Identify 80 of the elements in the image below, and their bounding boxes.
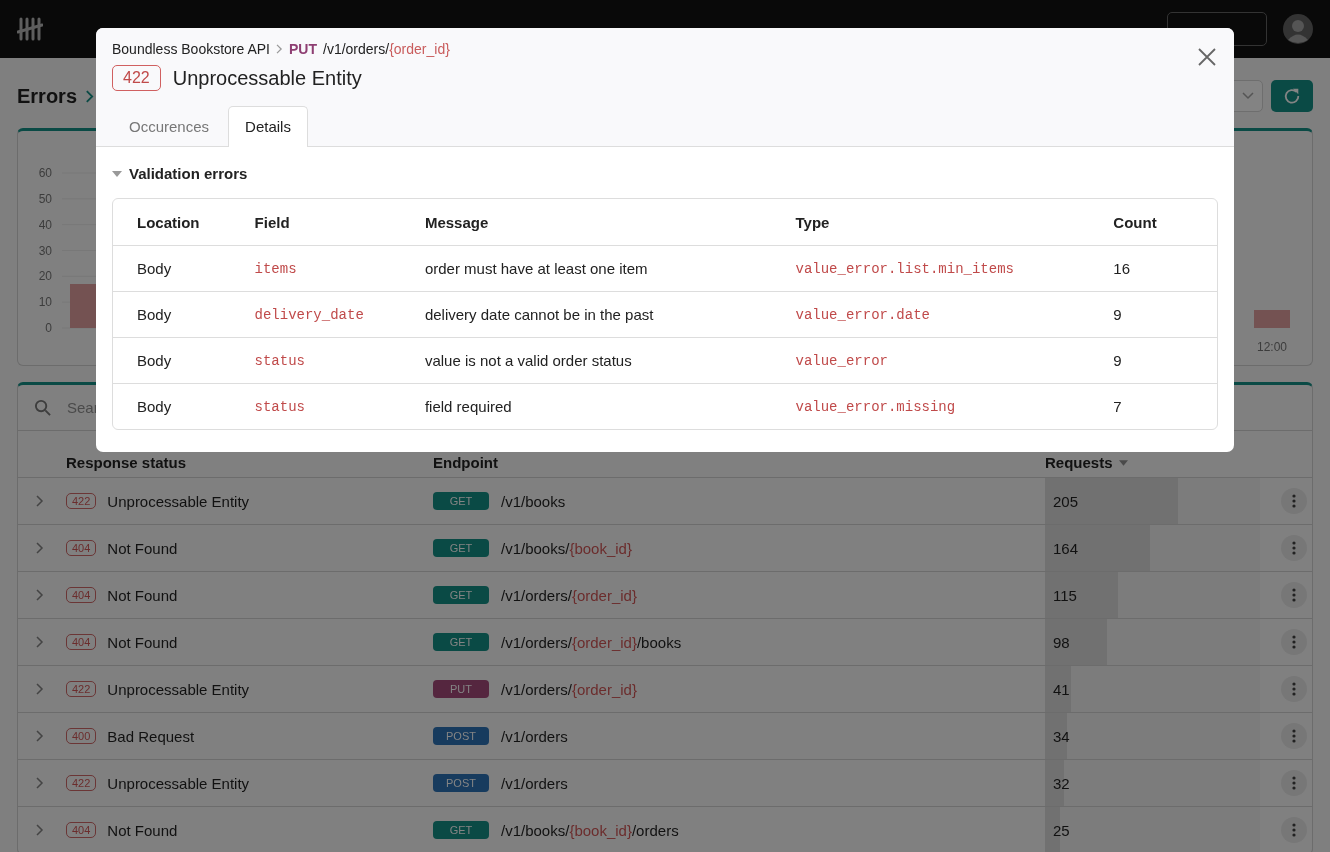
table-cell-text: items: [254, 260, 298, 277]
table-cell-text: 7: [1113, 398, 1123, 415]
status-text: Unprocessable Entity: [107, 680, 250, 698]
endpoint-path: /v1/orders/{order_id}: [501, 680, 637, 698]
method-badge: POST: [433, 774, 489, 792]
requests-count: 32: [1052, 774, 1070, 792]
table-cell-text: 16: [1113, 260, 1131, 277]
status-text: Unprocessable Entity: [107, 492, 250, 510]
requests-count: 205: [1052, 492, 1079, 510]
axis-label: 20: [38, 269, 52, 284]
http-method: PUT: [289, 41, 317, 57]
endpoint-path: /v1/orders/{order_id}: [323, 41, 450, 57]
axis-label: 40: [38, 217, 52, 232]
axis-label: 0: [45, 321, 52, 335]
method-badge: GET: [433, 633, 489, 651]
endpoint-path: /v1/orders/{order_id}: [501, 586, 637, 604]
status-text: Not Found: [107, 821, 178, 839]
status-code-badge: 422: [66, 681, 97, 697]
dialog-title: Unprocessable Entity: [172, 66, 362, 90]
axis-label: 60: [38, 166, 52, 180]
table-cell-text: Body: [137, 352, 173, 369]
table-cell-text: 9: [1113, 352, 1123, 369]
table-cell-text: 9: [1113, 306, 1123, 323]
table-cell-text: delivery date cannot be in the past: [424, 306, 655, 323]
status-code-badge: 422: [66, 775, 97, 791]
endpoint-path: /v1/books/{book_id}: [501, 539, 632, 557]
column-header: Count: [1113, 213, 1158, 231]
endpoint-path: /v1/orders: [501, 774, 568, 792]
status-code-badge: 422: [66, 493, 97, 509]
method-badge: GET: [433, 539, 489, 557]
axis-label: 12:00: [1257, 340, 1287, 354]
column-header: Message: [424, 213, 490, 231]
table-cell-text: value is not a valid order status: [424, 352, 633, 369]
method-badge: PUT: [433, 680, 489, 698]
requests-count: 25: [1052, 821, 1070, 839]
column-header: Location: [137, 213, 201, 231]
status-text: Not Found: [107, 633, 178, 651]
status-text: Not Found: [107, 539, 178, 557]
column-header: Endpoint: [433, 454, 499, 471]
status-text: Bad Request: [107, 727, 195, 745]
method-badge: GET: [433, 586, 489, 604]
requests-count: 41: [1052, 680, 1070, 698]
method-badge: POST: [433, 727, 489, 745]
table-cell-text: value_error: [795, 352, 889, 369]
endpoint-path: /v1/orders/{order_id}/books: [501, 633, 682, 651]
status-code-badge: 422: [112, 65, 161, 91]
status-code-badge: 400: [66, 728, 97, 744]
table-cell-text: field required: [424, 398, 513, 415]
table-cell-text: delivery_date: [254, 306, 365, 323]
axis-label: 50: [38, 191, 52, 206]
method-badge: GET: [433, 492, 489, 510]
status-code-badge: 404: [66, 540, 97, 556]
table-cell-text: Body: [137, 306, 173, 323]
method-badge: GET: [433, 821, 489, 839]
table-cell-text: value_error.date: [795, 306, 931, 323]
status-code-badge: 404: [66, 634, 97, 650]
page-title: Errors: [17, 84, 78, 108]
table-cell-text: value_error.list.min_items: [795, 260, 1015, 277]
status-text: Not Found: [107, 586, 178, 604]
column-header: Field: [254, 213, 291, 231]
column-header: Type: [795, 213, 831, 231]
endpoint-path: /v1/orders: [501, 727, 568, 745]
table-cell-text: status: [254, 398, 306, 415]
requests-count: 34: [1052, 727, 1070, 745]
endpoint-path: /v1/books/{book_id}/orders: [501, 821, 679, 839]
column-header: Response status: [66, 454, 188, 471]
table-cell-text: value_error.missing: [795, 398, 957, 415]
table-cell-text: status: [254, 352, 306, 369]
requests-count: 115: [1052, 586, 1077, 604]
axis-label: 30: [38, 243, 52, 258]
status-code-badge: 404: [66, 587, 97, 603]
status-text: Unprocessable Entity: [107, 774, 250, 792]
requests-count: 98: [1052, 633, 1070, 651]
table-cell-text: order must have at least one item: [424, 260, 649, 277]
status-code-badge: 404: [66, 822, 97, 838]
endpoint-path: /v1/books: [501, 492, 566, 510]
axis-label: 10: [38, 295, 52, 310]
table-cell-text: Body: [137, 398, 173, 415]
table-cell-text: Body: [137, 260, 173, 277]
requests-count: 164: [1052, 539, 1079, 557]
